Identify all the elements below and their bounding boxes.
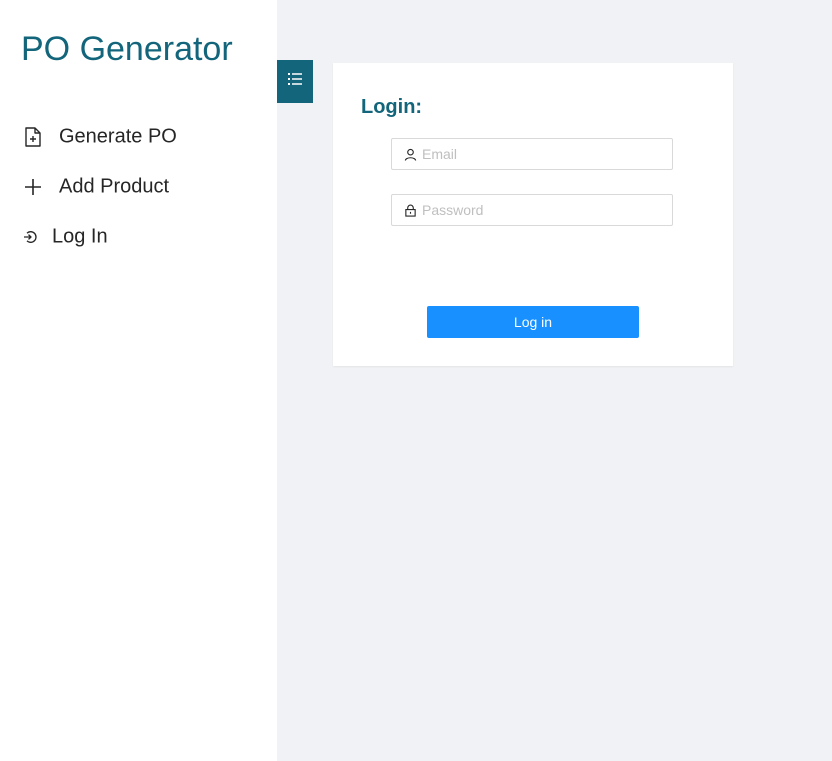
login-title: Login:: [361, 96, 423, 118]
app-title: PO Generator: [21, 30, 233, 68]
plus-icon: [24, 178, 42, 196]
sidebar-item-log-in[interactable]: Log In: [0, 212, 277, 262]
email-input[interactable]: [422, 141, 672, 167]
email-field[interactable]: [391, 138, 673, 170]
sidebar: PO Generator Generate PO Add Product Log…: [0, 0, 277, 761]
sidebar-item-generate-po[interactable]: Generate PO: [0, 112, 277, 162]
sidebar-item-label: Add Product: [59, 175, 170, 198]
lock-icon: [403, 203, 417, 217]
file-add-icon: [24, 127, 42, 147]
login-card: Login: Log in: [333, 63, 733, 366]
login-button[interactable]: Log in: [427, 306, 639, 338]
sidebar-toggle-button[interactable]: [277, 60, 313, 103]
password-field[interactable]: [391, 194, 673, 226]
sidebar-item-label: Log In: [52, 225, 108, 248]
user-icon: [403, 147, 417, 161]
menu-unfold-icon: [287, 72, 303, 91]
password-input[interactable]: [422, 197, 672, 223]
login-icon: [23, 230, 37, 244]
sidebar-item-add-product[interactable]: Add Product: [0, 162, 277, 212]
sidebar-nav: Generate PO Add Product Log In: [0, 112, 277, 262]
sidebar-item-label: Generate PO: [59, 125, 177, 148]
